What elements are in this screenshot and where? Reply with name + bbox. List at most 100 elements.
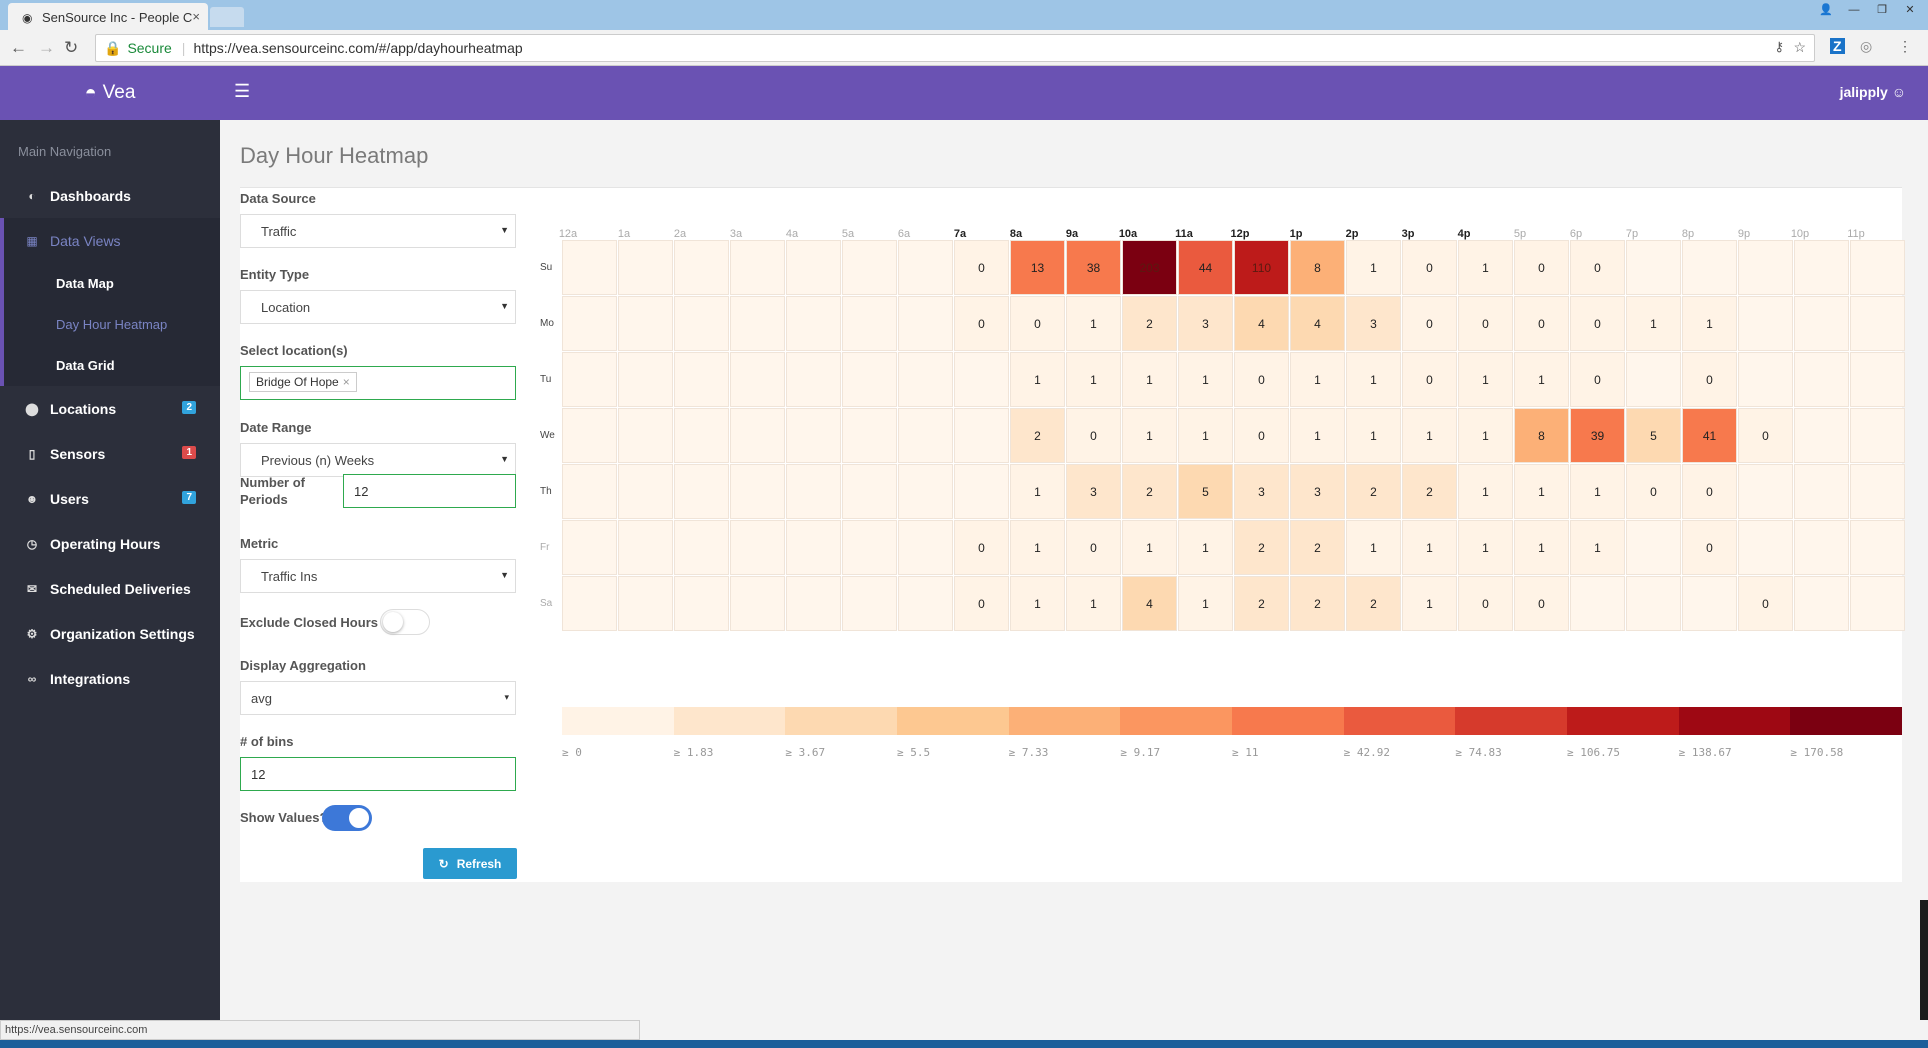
heatmap-cell[interactable] bbox=[1626, 520, 1681, 575]
sidebar-item-dashboards[interactable]: ◐ Dashboards bbox=[0, 173, 220, 218]
heatmap-cell[interactable] bbox=[842, 352, 897, 407]
heatmap-cell[interactable] bbox=[730, 352, 785, 407]
heatmap-cell[interactable]: 0 bbox=[1738, 408, 1793, 463]
heatmap-cell[interactable]: 1 bbox=[1122, 408, 1177, 463]
menu-icon[interactable]: ⋮ bbox=[1898, 38, 1912, 55]
heatmap-cell[interactable]: 1 bbox=[1402, 408, 1457, 463]
heatmap-cell[interactable]: 0 bbox=[1570, 240, 1625, 295]
heatmap-cell[interactable]: 3 bbox=[1346, 296, 1401, 351]
heatmap-cell[interactable]: 1 bbox=[1458, 408, 1513, 463]
heatmap-cell[interactable]: 0 bbox=[1570, 352, 1625, 407]
heatmap-cell[interactable] bbox=[1738, 520, 1793, 575]
reload-icon[interactable]: ↻ bbox=[64, 38, 78, 58]
heatmap-cell[interactable] bbox=[786, 296, 841, 351]
hamburger-menu-icon[interactable]: ☰ bbox=[234, 81, 250, 102]
exclude-closed-hours-toggle[interactable] bbox=[380, 609, 430, 635]
heatmap-cell[interactable]: 1 bbox=[1122, 352, 1177, 407]
heatmap-cell[interactable] bbox=[1850, 408, 1905, 463]
user-menu[interactable]: jalipply ☺ bbox=[1840, 84, 1906, 100]
heatmap-cell[interactable]: 1 bbox=[1290, 352, 1345, 407]
minimize-icon[interactable]: — bbox=[1842, 2, 1866, 18]
heatmap-cell[interactable] bbox=[1794, 240, 1849, 295]
heatmap-cell[interactable]: 1 bbox=[1626, 296, 1681, 351]
heatmap-cell[interactable]: 4 bbox=[1234, 296, 1289, 351]
close-window-icon[interactable]: ✕ bbox=[1898, 2, 1922, 18]
heatmap-cell[interactable] bbox=[1794, 408, 1849, 463]
heatmap-cell[interactable]: 0 bbox=[1682, 352, 1737, 407]
heatmap-cell[interactable] bbox=[842, 240, 897, 295]
heatmap-cell[interactable]: 1 bbox=[1178, 352, 1233, 407]
heatmap-cell[interactable]: 0 bbox=[1458, 576, 1513, 631]
heatmap-cell[interactable]: 3 bbox=[1178, 296, 1233, 351]
heatmap-cell[interactable] bbox=[842, 520, 897, 575]
sidebar-subitem-data-map[interactable]: Data Map bbox=[4, 263, 220, 304]
heatmap-cell[interactable]: 5 bbox=[1626, 408, 1681, 463]
heatmap-cell[interactable] bbox=[562, 240, 617, 295]
locations-multiselect[interactable]: Bridge Of Hope × bbox=[240, 366, 516, 400]
heatmap-cell[interactable]: 1 bbox=[1514, 352, 1569, 407]
close-tab-icon[interactable]: × bbox=[192, 9, 200, 24]
heatmap-cell[interactable] bbox=[1626, 576, 1681, 631]
heatmap-cell[interactable] bbox=[674, 464, 729, 519]
sidebar-item-operating-hours[interactable]: ◷ Operating Hours bbox=[0, 521, 220, 566]
heatmap-cell[interactable] bbox=[1794, 464, 1849, 519]
heatmap-cell[interactable]: 0 bbox=[1682, 464, 1737, 519]
heatmap-cell[interactable] bbox=[1850, 576, 1905, 631]
sidebar-subitem-data-grid[interactable]: Data Grid bbox=[4, 345, 220, 386]
heatmap-cell[interactable]: 1 bbox=[1402, 520, 1457, 575]
heatmap-cell[interactable]: 0 bbox=[1514, 576, 1569, 631]
heatmap-cell[interactable]: 0 bbox=[954, 240, 1009, 295]
heatmap-cell[interactable] bbox=[562, 296, 617, 351]
heatmap-cell[interactable]: 0 bbox=[1570, 296, 1625, 351]
heatmap-cell[interactable] bbox=[674, 352, 729, 407]
heatmap-cell[interactable] bbox=[786, 352, 841, 407]
heatmap-cell[interactable] bbox=[786, 240, 841, 295]
heatmap-cell[interactable] bbox=[898, 352, 953, 407]
heatmap-cell[interactable] bbox=[730, 240, 785, 295]
heatmap-cell[interactable] bbox=[562, 520, 617, 575]
heatmap-cell[interactable] bbox=[954, 408, 1009, 463]
heatmap-cell[interactable] bbox=[618, 464, 673, 519]
heatmap-cell[interactable] bbox=[1794, 352, 1849, 407]
heatmap-cell[interactable]: 39 bbox=[1570, 408, 1625, 463]
heatmap-cell[interactable] bbox=[562, 464, 617, 519]
heatmap-cell[interactable] bbox=[674, 576, 729, 631]
heatmap-cell[interactable] bbox=[730, 520, 785, 575]
bins-input[interactable]: 12 bbox=[240, 757, 516, 791]
heatmap-cell[interactable] bbox=[898, 408, 953, 463]
sidebar-item-organization-settings[interactable]: ⚙ Organization Settings bbox=[0, 611, 220, 656]
heatmap-cell[interactable] bbox=[562, 352, 617, 407]
heatmap-cell[interactable] bbox=[1850, 352, 1905, 407]
heatmap-cell[interactable]: 4 bbox=[1290, 296, 1345, 351]
heatmap-cell[interactable] bbox=[898, 520, 953, 575]
heatmap-cell[interactable] bbox=[730, 408, 785, 463]
key-icon[interactable]: ⚷ bbox=[1774, 39, 1784, 55]
heatmap-cell[interactable]: 1 bbox=[1010, 464, 1065, 519]
heatmap-cell[interactable]: 2 bbox=[1010, 408, 1065, 463]
heatmap-cell[interactable]: 1 bbox=[1010, 352, 1065, 407]
heatmap-cell[interactable] bbox=[842, 408, 897, 463]
heatmap-cell[interactable] bbox=[954, 352, 1009, 407]
heatmap-cell[interactable]: 2 bbox=[1234, 576, 1289, 631]
heatmap-cell[interactable]: 0 bbox=[1402, 296, 1457, 351]
remove-chip-icon[interactable]: × bbox=[343, 375, 350, 389]
refresh-button[interactable]: ↻ Refresh bbox=[423, 848, 517, 879]
forward-icon[interactable]: → bbox=[38, 38, 55, 58]
show-values-toggle[interactable] bbox=[322, 805, 372, 831]
heatmap-cell[interactable]: 13 bbox=[1010, 240, 1065, 295]
heatmap-cell[interactable]: 0 bbox=[954, 576, 1009, 631]
heatmap-cell[interactable] bbox=[842, 296, 897, 351]
heatmap-cell[interactable]: 1 bbox=[1066, 576, 1121, 631]
heatmap-cell[interactable]: 1 bbox=[1570, 520, 1625, 575]
sidebar-item-integrations[interactable]: ∞ Integrations bbox=[0, 656, 220, 701]
url-field[interactable]: 🔒 Secure | https://vea.sensourceinc.com/#/a… bbox=[95, 34, 1815, 62]
heatmap-cell[interactable]: 1 bbox=[1458, 240, 1513, 295]
heatmap-cell[interactable]: 0 bbox=[1234, 352, 1289, 407]
heatmap-cell[interactable]: 1 bbox=[1458, 352, 1513, 407]
heatmap-cell[interactable] bbox=[842, 464, 897, 519]
heatmap-cell[interactable]: 5 bbox=[1178, 464, 1233, 519]
heatmap-cell[interactable]: 2 bbox=[1290, 520, 1345, 575]
heatmap-cell[interactable]: 4 bbox=[1122, 576, 1177, 631]
heatmap-cell[interactable]: 1 bbox=[1290, 408, 1345, 463]
heatmap-cell[interactable]: 1 bbox=[1066, 296, 1121, 351]
